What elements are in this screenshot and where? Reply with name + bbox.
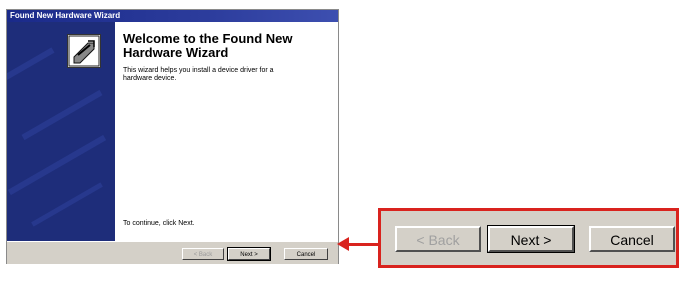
next-button[interactable]: Next > xyxy=(227,247,271,261)
back-button[interactable]: < Back xyxy=(182,248,224,260)
wizard-button-row: < Back Next > Cancel xyxy=(7,241,338,264)
zoom-next-button[interactable]: Next > xyxy=(487,225,575,253)
wizard-window: Found New Hardware Wizard Welcome to the… xyxy=(6,9,339,264)
title-bar[interactable]: Found New Hardware Wizard xyxy=(7,10,338,22)
hardware-wizard-icon xyxy=(67,34,101,68)
wizard-description: This wizard helps you install a device d… xyxy=(123,67,274,82)
zoom-cancel-button[interactable]: Cancel xyxy=(589,226,675,252)
wizard-side-panel xyxy=(7,22,115,241)
wizard-heading: Welcome to the Found New Hardware Wizard xyxy=(123,31,293,60)
red-arrow-shaft xyxy=(347,243,378,246)
continue-instruction: To continue, click Next. xyxy=(123,220,195,227)
cancel-button[interactable]: Cancel xyxy=(284,248,328,260)
zoom-back-button[interactable]: < Back xyxy=(395,226,481,252)
wizard-content: Welcome to the Found New Hardware Wizard… xyxy=(115,22,338,241)
zoomed-button-callout: < Back Next > Cancel xyxy=(378,208,679,268)
window-title: Found New Hardware Wizard xyxy=(10,11,121,20)
red-arrow-icon xyxy=(337,237,349,251)
